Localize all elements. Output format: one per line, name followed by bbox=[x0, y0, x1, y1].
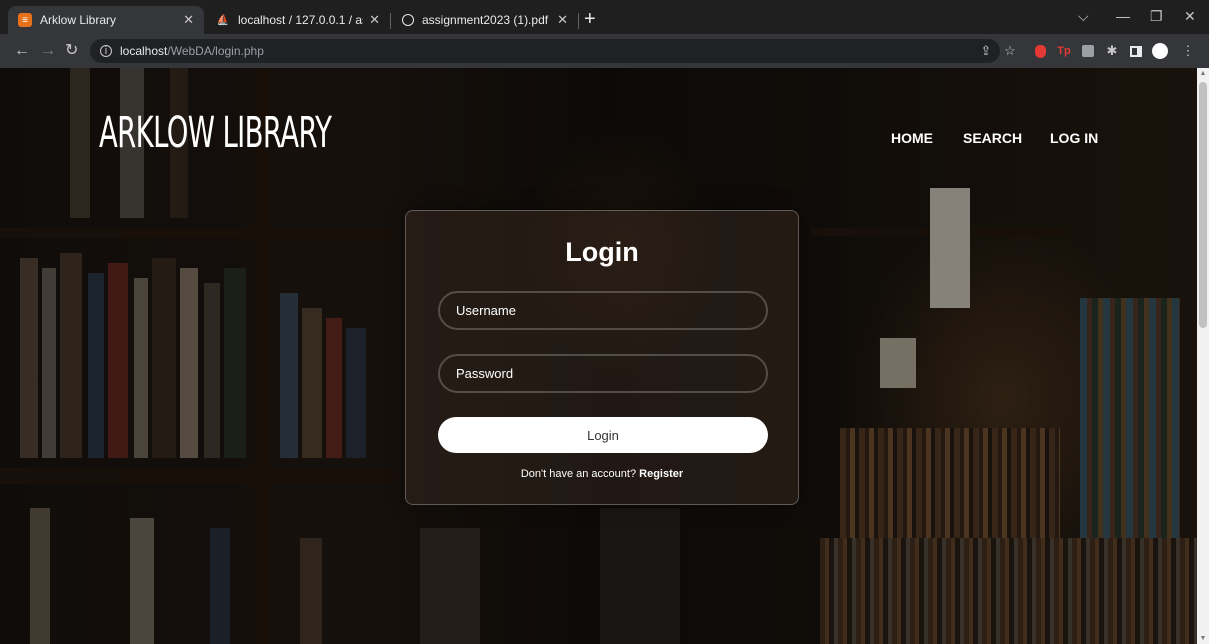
site-info-icon[interactable]: i bbox=[100, 45, 112, 57]
password-input[interactable] bbox=[438, 354, 768, 393]
scroll-down-arrow-icon[interactable]: ▼ bbox=[1197, 635, 1209, 642]
browser-toolbar: ← → ↻ i localhost/WebDA/login.php ⇪ ☆ Tp… bbox=[0, 34, 1209, 68]
extension-tp-icon[interactable]: Tp bbox=[1056, 43, 1072, 59]
phpmyadmin-favicon-icon: ⛵ bbox=[216, 14, 230, 26]
tab-title: localhost / 127.0.0.1 / assignment bbox=[238, 13, 363, 27]
nav-search[interactable]: SEARCH bbox=[963, 130, 1022, 146]
tab-title: Arklow Library bbox=[40, 13, 117, 27]
browser-tab-strip: ≡ Arklow Library ✕ ⛵ localhost / 127.0.0… bbox=[0, 0, 1209, 34]
url-path: /WebDA/login.php bbox=[167, 44, 264, 58]
scroll-up-arrow-icon[interactable]: ▲ bbox=[1197, 70, 1209, 77]
close-window-icon[interactable]: ✕ bbox=[1184, 8, 1196, 25]
tab-search-icon[interactable]: ⌵ bbox=[1078, 8, 1089, 25]
restore-icon[interactable]: ❐ bbox=[1150, 8, 1163, 25]
close-tab-icon[interactable]: ✕ bbox=[183, 12, 194, 28]
nav-log-in[interactable]: LOG IN bbox=[1050, 130, 1098, 146]
extension-red-shield-icon[interactable] bbox=[1032, 43, 1048, 59]
scrollbar-thumb[interactable] bbox=[1199, 82, 1207, 328]
page-scrollbar[interactable]: ▲ ▼ bbox=[1197, 68, 1209, 644]
side-panel-icon[interactable] bbox=[1128, 43, 1144, 59]
address-bar[interactable]: i localhost/WebDA/login.php bbox=[90, 39, 1000, 63]
tab-separator bbox=[390, 13, 391, 29]
register-prompt-line: Don't have an account? Register bbox=[406, 468, 798, 480]
register-link[interactable]: Register bbox=[639, 468, 683, 480]
tab-separator bbox=[578, 13, 579, 29]
site-logo[interactable]: ARKLOW LIBRARY bbox=[99, 108, 332, 158]
extension-grey-icon[interactable] bbox=[1080, 43, 1096, 59]
username-input[interactable] bbox=[438, 291, 768, 330]
extensions-puzzle-icon[interactable]: ✱ bbox=[1104, 43, 1120, 59]
bookmark-star-icon[interactable]: ☆ bbox=[1002, 43, 1018, 59]
back-arrow-icon[interactable]: ← bbox=[14, 41, 30, 61]
globe-favicon-icon bbox=[402, 14, 414, 26]
url-host: localhost bbox=[120, 44, 168, 58]
tab-phpmyadmin[interactable]: ⛵ localhost / 127.0.0.1 / assignment ✕ bbox=[206, 6, 390, 34]
share-icon[interactable]: ⇪ bbox=[978, 43, 994, 59]
close-tab-icon[interactable]: ✕ bbox=[557, 12, 568, 28]
tab-arklow-library[interactable]: ≡ Arklow Library ✕ bbox=[8, 6, 204, 34]
new-tab-icon[interactable]: + bbox=[584, 8, 596, 30]
nav-home[interactable]: HOME bbox=[891, 130, 933, 146]
library-favicon-icon: ≡ bbox=[18, 13, 32, 27]
page-viewport: ARKLOW LIBRARY HOME SEARCH LOG IN Login … bbox=[0, 68, 1209, 644]
profile-avatar-icon[interactable] bbox=[1152, 43, 1168, 59]
reload-icon[interactable]: ↻ bbox=[65, 41, 78, 61]
forward-arrow-icon[interactable]: → bbox=[40, 41, 56, 61]
login-button[interactable]: Login bbox=[438, 417, 768, 453]
minimize-icon[interactable]: — bbox=[1116, 8, 1130, 24]
login-heading: Login bbox=[565, 237, 639, 267]
login-card: Login Login Don't have an account? Regis… bbox=[405, 210, 799, 505]
register-prompt: Don't have an account? bbox=[520, 468, 637, 480]
tab-assignment-pdf[interactable]: assignment2023 (1).pdf ✕ bbox=[392, 6, 578, 34]
tab-title: assignment2023 (1).pdf bbox=[422, 13, 549, 27]
close-tab-icon[interactable]: ✕ bbox=[369, 12, 380, 28]
menu-kebab-icon[interactable]: ⋮ bbox=[1180, 43, 1196, 59]
